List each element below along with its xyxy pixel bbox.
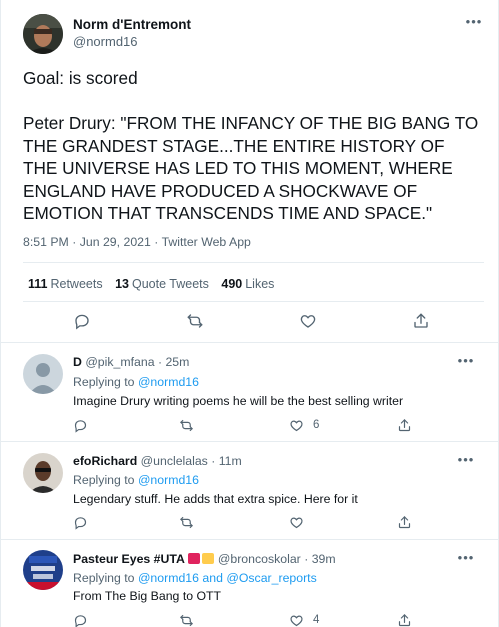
author-avatar[interactable] — [23, 14, 63, 54]
reply-actions: 4 — [73, 613, 484, 627]
reply-icon[interactable] — [73, 613, 93, 627]
like-icon[interactable] — [299, 312, 319, 332]
replying-to: Replying to @normd16 and @Oscar_reports — [73, 571, 317, 585]
reply-author-name[interactable]: D — [73, 355, 82, 369]
meta-separator: · — [150, 235, 162, 249]
red-square-emoji-icon — [187, 553, 200, 564]
replying-to: Replying to @normd16 — [73, 375, 199, 389]
main-tweet-actions — [23, 312, 484, 336]
reply-header: Pasteur Eyes #UTA @broncoskolar · 39m — [73, 552, 336, 566]
reply-icon[interactable] — [73, 515, 93, 535]
reply-text: Legendary stuff. He adds that extra spic… — [73, 492, 358, 506]
replying-prefix: Replying to — [73, 473, 135, 487]
divider — [23, 262, 484, 263]
replying-to-link[interactable]: @normd16 — [138, 375, 199, 389]
tweet-stats: 111 Retweets 13 Quote Tweets 490 Likes — [28, 277, 283, 291]
quote-tweets-stat[interactable]: 13 Quote Tweets — [115, 277, 209, 291]
divider — [23, 301, 484, 302]
more-icon[interactable]: ••• — [456, 354, 476, 373]
quote-tweets-count: 13 — [115, 277, 129, 291]
like-count: 6 — [313, 419, 320, 431]
replying-to-link[interactable]: @Oscar_reports — [226, 571, 316, 585]
more-icon[interactable]: ••• — [456, 551, 476, 570]
more-icon[interactable]: ••• — [464, 15, 484, 34]
share-icon[interactable] — [412, 312, 432, 332]
yellow-square-emoji-icon — [201, 553, 214, 564]
reply-author-handle[interactable]: @unclelalas — [141, 454, 208, 468]
reply-header: D @pik_mfana · 25m — [73, 355, 189, 369]
retweet-icon[interactable] — [179, 613, 199, 627]
tweet-timestamp[interactable]: 8:51 PM · Jun 29, 2021 — [23, 235, 151, 249]
main-tweet-header: Norm d'Entremont @normd16 ••• — [23, 14, 484, 54]
tweet-source[interactable]: Twitter Web App — [162, 235, 251, 249]
retweet-icon[interactable] — [179, 515, 199, 535]
like-icon[interactable] — [289, 613, 309, 627]
share-icon[interactable] — [397, 613, 417, 627]
tweet-text: Goal: is scored Peter Drury: "FROM THE I… — [23, 68, 479, 223]
share-icon[interactable] — [397, 515, 417, 535]
likes-label: Likes — [245, 277, 275, 291]
reply-author-handle[interactable]: @pik_mfana — [85, 355, 154, 369]
reply-item[interactable]: efoRichard @unclelalas · 11m ••• Replyin… — [1, 441, 498, 539]
like-count: 4 — [313, 614, 320, 626]
retweets-stat[interactable]: 111 Retweets — [28, 277, 103, 291]
tweet-meta: 8:51 PM · Jun 29, 2021 · Twitter Web App — [23, 235, 251, 249]
reply-avatar[interactable] — [23, 550, 63, 590]
reply-item[interactable]: D @pik_mfana · 25m ••• Replying to @norm… — [1, 342, 498, 441]
reply-author-name[interactable]: efoRichard — [73, 454, 137, 468]
more-icon[interactable]: ••• — [456, 453, 476, 472]
replying-to: Replying to @normd16 — [73, 473, 199, 487]
reply-avatar[interactable] — [23, 453, 63, 493]
reply-time[interactable]: · 25m — [158, 355, 189, 369]
reply-actions: 6 — [73, 418, 484, 436]
retweets-count: 111 — [28, 277, 48, 291]
reply-text: From The Big Bang to OTT — [73, 589, 222, 603]
replying-to-link[interactable]: @normd16 — [138, 473, 199, 487]
share-icon[interactable] — [397, 418, 417, 438]
replying-joiner: and — [202, 571, 223, 585]
tweet-detail: Norm d'Entremont @normd16 ••• Goal: is s… — [0, 0, 499, 627]
like-icon[interactable] — [289, 515, 309, 535]
reply-icon[interactable] — [73, 312, 93, 332]
likes-stat[interactable]: 490 Likes — [221, 277, 274, 291]
replying-to-link[interactable]: @normd16 — [138, 571, 199, 585]
reply-icon[interactable] — [73, 418, 93, 438]
replying-prefix: Replying to — [73, 571, 135, 585]
reply-time[interactable]: · 11m — [211, 454, 242, 468]
reply-item[interactable]: Pasteur Eyes #UTA @broncoskolar · 39m •••… — [1, 539, 498, 627]
reply-author-name[interactable]: Pasteur Eyes #UTA — [73, 552, 185, 566]
author-name[interactable]: Norm d'Entremont — [73, 17, 191, 32]
reply-time[interactable]: · 39m — [304, 552, 335, 566]
default-profile-icon[interactable] — [23, 354, 63, 394]
quote-tweets-label: Quote Tweets — [131, 277, 209, 291]
like-icon[interactable] — [289, 418, 309, 438]
replying-prefix: Replying to — [73, 375, 135, 389]
retweet-icon[interactable] — [179, 418, 199, 438]
author-handle[interactable]: @normd16 — [73, 34, 138, 49]
retweets-label: Retweets — [50, 277, 103, 291]
retweet-icon[interactable] — [186, 312, 206, 332]
reply-actions — [73, 515, 484, 533]
reply-text: Imagine Drury writing poems he will be t… — [73, 394, 404, 408]
likes-count: 490 — [221, 277, 243, 291]
reply-author-handle[interactable]: @broncoskolar — [218, 552, 301, 566]
reply-header: efoRichard @unclelalas · 11m — [73, 454, 242, 468]
